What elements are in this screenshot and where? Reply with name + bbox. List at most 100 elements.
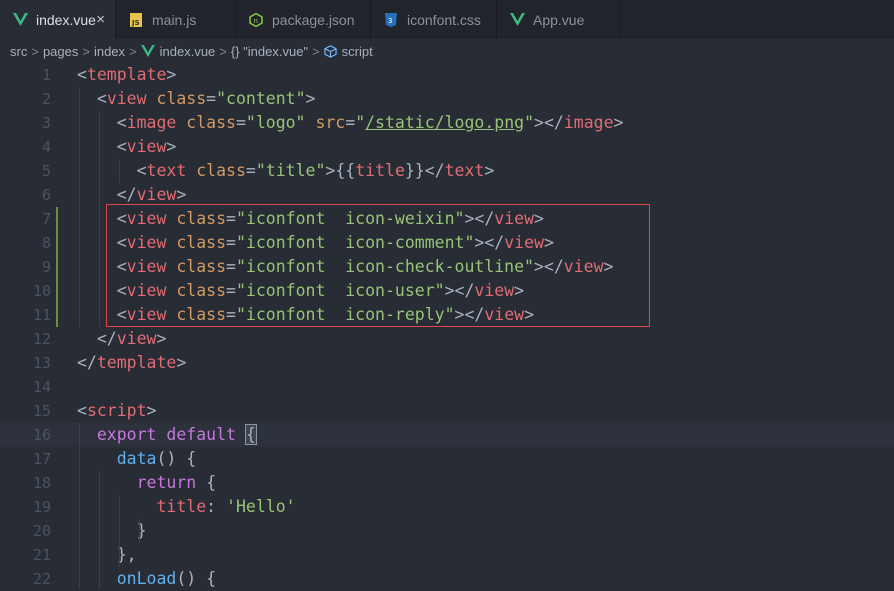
- line-number: 5: [41, 162, 51, 180]
- breadcrumb-object[interactable]: {} "index.vue": [231, 44, 308, 59]
- code-token: () {: [156, 449, 197, 468]
- tab-iconfont-css[interactable]: 3 iconfont.css: [371, 0, 497, 39]
- line-number: 20: [32, 522, 51, 540]
- tab-package-json[interactable]: n package.json: [236, 0, 371, 39]
- code-token: view: [126, 137, 167, 156]
- code-token: >: [613, 113, 624, 132]
- code-token: :: [206, 497, 227, 516]
- code-token: >: [176, 353, 187, 372]
- line-number: 4: [41, 138, 51, 156]
- code-text: <view class="content">: [77, 87, 316, 111]
- code-editor[interactable]: 22 onLoad() {21 }, 20 } 19 title: 'Hello' 1…: [0, 63, 894, 589]
- tab-app-vue[interactable]: App.vue: [497, 0, 620, 39]
- code-line[interactable]: 5 <text class="title">{{title}}</text>: [0, 159, 894, 183]
- code-text: data() {: [77, 447, 197, 471]
- code-line[interactable]: 18 return {: [0, 471, 894, 495]
- code-token: >: [176, 185, 187, 204]
- code-token: "content": [216, 89, 306, 108]
- code-line[interactable]: 17 data() {: [0, 447, 894, 471]
- code-token: =: [345, 113, 356, 132]
- line-number: 9: [41, 258, 51, 276]
- code-line[interactable]: 15 <script>: [0, 399, 894, 423]
- js-icon: JS: [128, 12, 144, 28]
- code-text: </view>: [77, 327, 167, 351]
- code-token: <: [77, 161, 147, 180]
- code-token: template: [86, 65, 167, 84]
- code-line[interactable]: 12 </view>: [0, 327, 894, 351]
- code-token: </: [77, 353, 97, 372]
- code-token: {: [196, 473, 217, 492]
- code-token: ": [355, 113, 366, 132]
- line-number: 10: [32, 282, 51, 300]
- code-token: title: [156, 497, 207, 516]
- code-token: <: [77, 401, 87, 420]
- editor-tab-bar: index.vue × JS main.js n package.json 3 …: [0, 0, 894, 39]
- code-text: export default {: [77, 423, 257, 447]
- code-line[interactable]: 13 </template>: [0, 351, 894, 375]
- code-token: onLoad: [116, 569, 177, 588]
- code-token: ": [524, 113, 535, 132]
- tab-label: main.js: [152, 11, 197, 28]
- line-number: 13: [32, 354, 51, 372]
- vue-icon: [140, 45, 155, 57]
- code-token: =: [206, 89, 217, 108]
- code-line[interactable]: 20 }: [0, 519, 894, 543]
- code-text: <view>: [77, 135, 177, 159]
- line-number: 2: [41, 90, 51, 108]
- code-text: return {: [77, 471, 216, 495]
- tab-main-js[interactable]: JS main.js: [116, 0, 236, 39]
- code-line[interactable]: 16 export default {: [0, 423, 894, 447]
- code-token: >{{: [325, 161, 356, 180]
- code-token: text: [146, 161, 187, 180]
- line-number: 21: [32, 546, 51, 564]
- code-token: >: [484, 161, 495, 180]
- code-text: <text class="title">{{title}}</text>: [77, 159, 495, 183]
- breadcrumb-file[interactable]: index.vue: [160, 44, 216, 59]
- code-token: script: [86, 401, 147, 420]
- highlight-annotation-box: [106, 204, 650, 327]
- close-icon[interactable]: ×: [96, 11, 105, 28]
- breadcrumb-src[interactable]: src: [10, 44, 27, 59]
- code-token: class: [186, 113, 236, 132]
- code-line[interactable]: 4 <view>: [0, 135, 894, 159]
- code-line[interactable]: 19 title: 'Hello': [0, 495, 894, 519]
- code-text: <template>: [77, 63, 176, 87]
- code-token: text: [444, 161, 485, 180]
- code-line[interactable]: 14: [0, 375, 894, 399]
- code-token: =: [235, 113, 246, 132]
- code-line[interactable]: 21 },: [0, 543, 894, 567]
- breadcrumb: src > pages > index > index.vue > {} "in…: [0, 39, 894, 63]
- svg-text:3: 3: [388, 17, 392, 25]
- code-token: }}</: [404, 161, 445, 180]
- chevron-right-icon: >: [82, 43, 90, 59]
- breadcrumb-script[interactable]: script: [342, 44, 373, 59]
- line-number: 7: [41, 210, 51, 228]
- code-token: {: [244, 424, 257, 445]
- tab-index-vue[interactable]: index.vue ×: [0, 0, 116, 39]
- indent-guide: [119, 159, 120, 183]
- line-number: 1: [41, 66, 51, 84]
- indent-guide: [139, 519, 140, 543]
- code-text: onLoad() {: [77, 567, 216, 591]
- code-token: </: [77, 329, 117, 348]
- code-line[interactable]: 2 <view class="content">: [0, 87, 894, 111]
- code-token: >: [166, 65, 177, 84]
- code-line[interactable]: 3 <image class="logo" src="/static/logo.…: [0, 111, 894, 135]
- line-number: 16: [32, 426, 51, 444]
- line-number: 19: [32, 498, 51, 516]
- tab-label: index.vue: [36, 11, 96, 28]
- code-line[interactable]: 22 onLoad() {: [0, 567, 894, 591]
- npm-icon: n: [248, 12, 264, 28]
- line-number: 12: [32, 330, 51, 348]
- code-token: <: [77, 65, 87, 84]
- breadcrumb-index[interactable]: index: [94, 44, 125, 59]
- code-token: <: [77, 113, 127, 132]
- code-line[interactable]: 1 <template>: [0, 63, 894, 87]
- breadcrumb-pages[interactable]: pages: [43, 44, 78, 59]
- code-token: title: [355, 161, 405, 180]
- line-number: 17: [32, 450, 51, 468]
